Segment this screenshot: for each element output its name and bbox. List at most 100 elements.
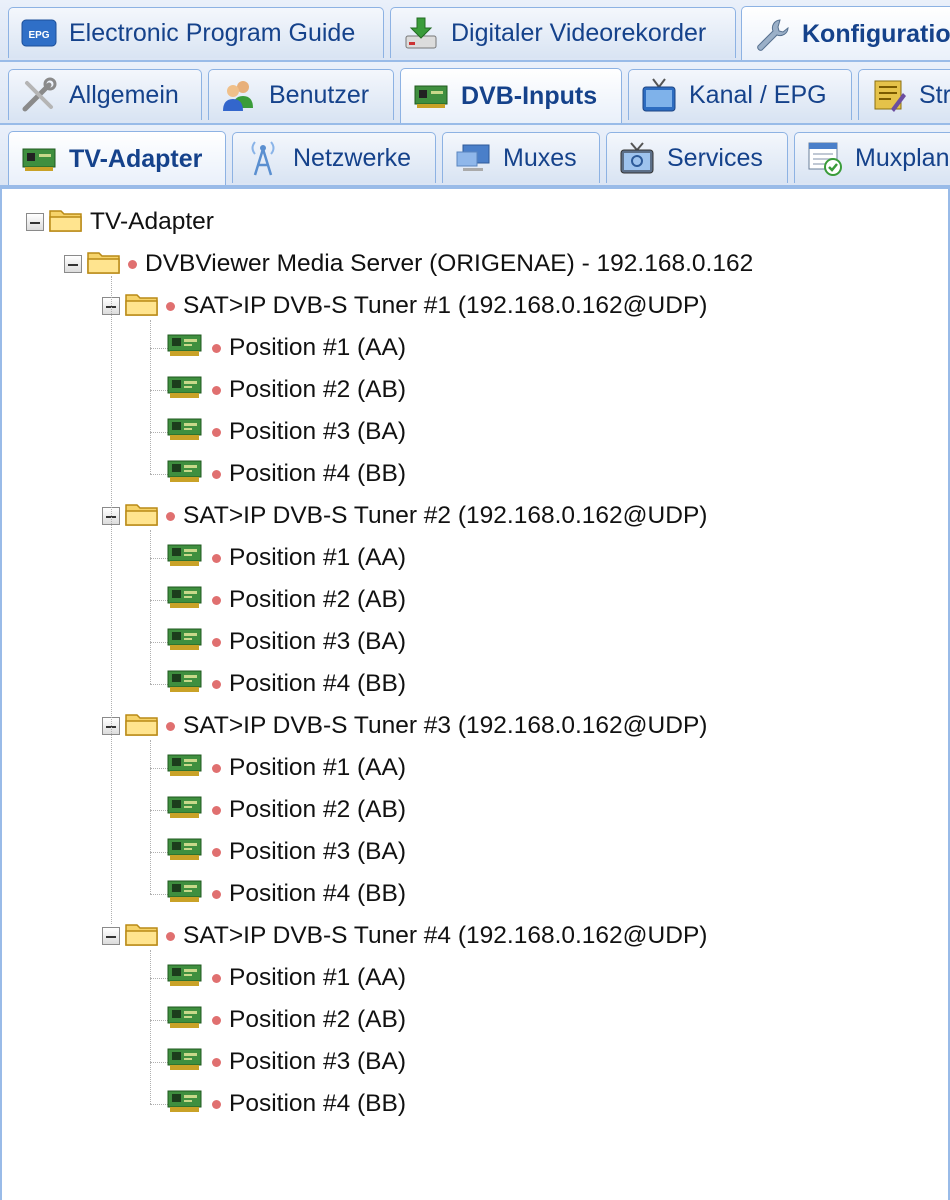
tab-label: Muxes bbox=[503, 143, 577, 172]
tree-node-position[interactable]: Position #1 (AA) bbox=[166, 328, 406, 368]
stream-icon bbox=[871, 79, 907, 112]
tab-dvb-inputs[interactable]: DVB-Inputs bbox=[400, 68, 622, 123]
status-dot-icon bbox=[212, 469, 221, 479]
tv-card-icon bbox=[166, 962, 204, 995]
tv-card-icon bbox=[166, 542, 204, 575]
status-dot-icon bbox=[212, 553, 221, 563]
wrench-icon bbox=[754, 18, 790, 51]
tv-card-icon bbox=[166, 626, 204, 659]
tv-card-icon bbox=[166, 458, 204, 491]
tab-label: Netzwerke bbox=[293, 143, 412, 172]
tree-node-position[interactable]: Position #1 (AA) bbox=[166, 958, 406, 998]
tab-label: Muxplan bbox=[855, 143, 950, 172]
collapse-toggle-icon[interactable] bbox=[26, 213, 44, 231]
tree-node-label: Position #3 (BA) bbox=[229, 838, 407, 865]
tab-label: Allgemein bbox=[69, 80, 179, 109]
tv-card-icon bbox=[166, 752, 204, 785]
tab-label: Kanal / EPG bbox=[689, 80, 827, 109]
tree-node-label: Position #2 (AB) bbox=[229, 1006, 407, 1033]
tv-card-icon bbox=[166, 668, 204, 701]
tv-card-icon bbox=[166, 1046, 204, 1079]
status-dot-icon bbox=[212, 847, 221, 857]
tab-muxplan[interactable]: Muxplan bbox=[794, 132, 950, 183]
tab-label: Electronic Program Guide bbox=[69, 18, 356, 47]
tree-node-root[interactable]: TV-Adapter bbox=[26, 202, 214, 242]
tv-card-icon bbox=[21, 143, 57, 175]
tab-electronic-program-guide[interactable]: EPG Electronic Program Guide bbox=[8, 7, 384, 58]
tree-node-label: Position #4 (BB) bbox=[229, 880, 407, 907]
tab-netzwerke[interactable]: Netzwerke bbox=[232, 132, 436, 183]
monitor-icon bbox=[455, 142, 491, 174]
status-dot-icon bbox=[212, 1099, 221, 1109]
tab-muxes[interactable]: Muxes bbox=[442, 132, 600, 183]
epg-icon: EPG bbox=[21, 17, 57, 49]
tv-card-icon bbox=[166, 374, 204, 407]
folder-icon bbox=[124, 499, 160, 534]
tree-node-label: Position #4 (BB) bbox=[229, 460, 407, 487]
tree-node-tuner[interactable]: SAT>IP DVB-S Tuner #3 (192.168.0.162@UDP… bbox=[102, 706, 707, 746]
tv-card-icon bbox=[166, 794, 204, 827]
status-dot-icon bbox=[166, 511, 175, 521]
status-dot-icon bbox=[212, 343, 221, 353]
tree-node-label: Position #1 (AA) bbox=[229, 964, 407, 991]
tree-node-label: Position #4 (BB) bbox=[229, 1090, 407, 1117]
tab-digitaler-videorekorder[interactable]: Digitaler Videorekorder bbox=[390, 7, 736, 58]
tree-node-position[interactable]: Position #2 (AB) bbox=[166, 790, 406, 830]
tv-card-icon bbox=[413, 80, 449, 112]
tree-node-tuner[interactable]: SAT>IP DVB-S Tuner #1 (192.168.0.162@UDP… bbox=[102, 286, 707, 326]
status-dot-icon bbox=[212, 763, 221, 773]
status-dot-icon bbox=[212, 427, 221, 437]
tab-services[interactable]: Services bbox=[606, 132, 788, 183]
tab-konfiguration[interactable]: Konfiguratio bbox=[741, 6, 950, 60]
tab-kanal-epg[interactable]: Kanal / EPG bbox=[628, 69, 852, 120]
tree-node-position[interactable]: Position #4 (BB) bbox=[166, 664, 406, 704]
tree-node-position[interactable]: Position #2 (AB) bbox=[166, 580, 406, 620]
tree-node-tuner[interactable]: SAT>IP DVB-S Tuner #2 (192.168.0.162@UDP… bbox=[102, 496, 707, 536]
status-dot-icon bbox=[212, 805, 221, 815]
tree-node-label: Position #1 (AA) bbox=[229, 544, 407, 571]
tree-node-position[interactable]: Position #1 (AA) bbox=[166, 538, 406, 578]
tree-connector-vertical bbox=[150, 530, 151, 684]
svg-text:EPG: EPG bbox=[28, 30, 49, 41]
tab-tv-adapter[interactable]: TV-Adapter bbox=[8, 131, 226, 185]
collapse-toggle-icon[interactable] bbox=[64, 255, 82, 273]
tree-node-position[interactable]: Position #1 (AA) bbox=[166, 748, 406, 788]
tree-node-position[interactable]: Position #4 (BB) bbox=[166, 1084, 406, 1124]
tree-node-position[interactable]: Position #2 (AB) bbox=[166, 370, 406, 410]
users-icon bbox=[221, 79, 257, 111]
tab-benutzer[interactable]: Benutzer bbox=[208, 69, 394, 120]
tab-label: Digitaler Videorekorder bbox=[451, 18, 707, 47]
tree-connector-vertical bbox=[111, 276, 112, 924]
tree-node-label: TV-Adapter bbox=[90, 208, 214, 235]
tv-card-icon bbox=[166, 1004, 204, 1037]
status-dot-icon bbox=[212, 973, 221, 983]
collapse-toggle-icon[interactable] bbox=[102, 927, 120, 945]
status-dot-icon bbox=[166, 301, 175, 311]
tab-allgemein[interactable]: Allgemein bbox=[8, 69, 202, 120]
tree-node-server[interactable]: DVBViewer Media Server (ORIGENAE) - 192.… bbox=[64, 244, 753, 284]
tree-node-position[interactable]: Position #4 (BB) bbox=[166, 874, 406, 914]
tree-node-label: SAT>IP DVB-S Tuner #3 (192.168.0.162@UDP… bbox=[183, 712, 708, 739]
tree-node-position[interactable]: Position #3 (BA) bbox=[166, 832, 406, 872]
status-dot-icon bbox=[212, 595, 221, 605]
tab-streaming[interactable]: Str bbox=[858, 69, 950, 120]
television-icon bbox=[641, 78, 677, 112]
download-icon bbox=[403, 17, 439, 49]
tree-node-tuner[interactable]: SAT>IP DVB-S Tuner #4 (192.168.0.162@UDP… bbox=[102, 916, 707, 956]
tree-node-position[interactable]: Position #4 (BB) bbox=[166, 454, 406, 494]
tree-node-position[interactable]: Position #3 (BA) bbox=[166, 622, 406, 662]
status-dot-icon bbox=[212, 1057, 221, 1067]
tree-node-position[interactable]: Position #3 (BA) bbox=[166, 1042, 406, 1082]
tab-label: DVB-Inputs bbox=[461, 81, 598, 110]
tree-node-label: Position #3 (BA) bbox=[229, 418, 407, 445]
tree-connector-vertical bbox=[150, 320, 151, 474]
tree-node-position[interactable]: Position #3 (BA) bbox=[166, 412, 406, 452]
tree-node-label: Position #3 (BA) bbox=[229, 628, 407, 655]
tree-node-position[interactable]: Position #2 (AB) bbox=[166, 1000, 406, 1040]
tv-card-icon bbox=[166, 836, 204, 869]
tree-connector-vertical bbox=[150, 740, 151, 894]
tv-card-icon bbox=[166, 878, 204, 911]
tree-node-label: Position #1 (AA) bbox=[229, 754, 407, 781]
tab-label: Benutzer bbox=[269, 80, 370, 109]
folder-icon bbox=[124, 709, 160, 744]
